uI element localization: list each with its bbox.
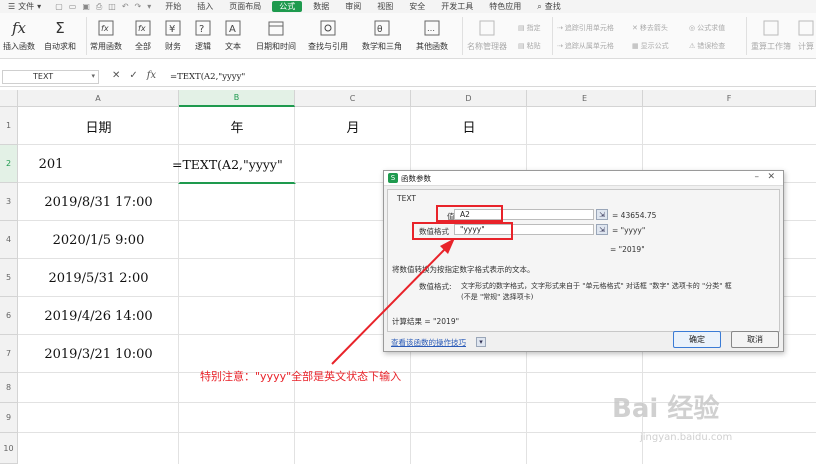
- annotation-text: 特别注意："yyyy"全部是英文状态下输入: [200, 370, 402, 383]
- baidu-watermark-url: jingyan.baidu.com: [640, 432, 733, 443]
- baidu-watermark: Bai 经验: [612, 394, 720, 424]
